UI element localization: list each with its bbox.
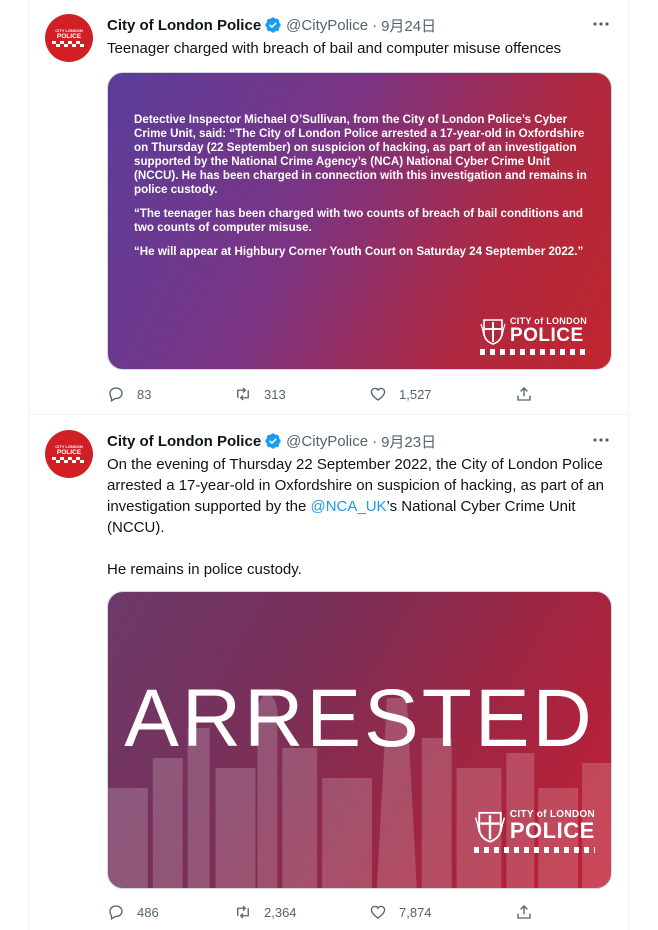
tweet-header: City of London Police @CityPolice · 9月24… (107, 14, 436, 36)
logo-main-text: POLICE (509, 818, 595, 843)
share-button[interactable] (515, 902, 533, 922)
reply-count: 83 (137, 386, 152, 402)
chequer-band (479, 349, 587, 355)
police-badge-icon: CITY LONDON POLICE (52, 27, 86, 47)
tweet-header: City of London Police @CityPolice · 9月23… (107, 430, 436, 452)
tweet-text-body: Teenager charged with breach of bail and… (107, 40, 562, 57)
reply-button[interactable]: 83 (107, 384, 151, 404)
retweet-button[interactable]: 2,364 (234, 902, 297, 922)
like-icon (370, 387, 386, 401)
reply-count: 486 (137, 904, 159, 920)
quote-paragraph: “He will appear at Highbury Corner Youth… (134, 245, 584, 258)
like-icon (370, 905, 386, 919)
like-count: 7,874 (399, 904, 432, 920)
tweet-actions: 486 2,364 7,874 (107, 902, 547, 922)
quote-paragraph: “The teenager has been charged with two … (134, 207, 583, 234)
city-police-logo: CITY of LONDON POLICE (479, 316, 587, 355)
avatar[interactable]: CITY LONDON POLICE (45, 14, 93, 62)
tweet-date[interactable]: 9月23日 (381, 431, 436, 452)
retweet-count: 2,364 (264, 904, 297, 920)
tweet-actions: 83 313 1,527 (107, 384, 547, 404)
crest-icon (480, 319, 506, 345)
tweet-text-body: On the evening of Thursday 22 September … (107, 454, 615, 538)
account-name[interactable]: City of London Police (107, 17, 261, 34)
retweet-icon (237, 387, 249, 401)
tweet-text: Teenager charged with breach of bail and… (107, 38, 615, 59)
tweet-date[interactable]: 9月24日 (381, 15, 436, 36)
quote-paragraph: Detective Inspector Michael O’Sullivan, … (134, 113, 587, 196)
crest-icon (474, 811, 505, 843)
mention-link[interactable]: @NCA_UK (310, 498, 386, 515)
like-button[interactable]: 1,527 (369, 384, 432, 404)
like-button[interactable]: 7,874 (369, 902, 432, 922)
city-police-logo: CITY of LONDON POLICE (473, 808, 595, 853)
more-icon[interactable] (591, 432, 611, 448)
share-icon (517, 387, 531, 401)
logo-main-text: POLICE (509, 325, 584, 346)
reply-icon (109, 387, 123, 402)
timeline: CITY LONDON POLICE City of London Police… (28, 0, 629, 930)
tweet-text: On the evening of Thursday 22 September … (107, 454, 615, 580)
retweet-count: 313 (264, 386, 286, 402)
share-icon (517, 905, 531, 919)
card-headline: ARRESTED (124, 673, 595, 764)
quote-text: Detective Inspector Michael O’Sullivan, … (134, 113, 590, 269)
tweet[interactable]: CITY LONDON POLICE City of London Police… (29, 0, 629, 415)
verified-badge-icon (265, 433, 281, 449)
retweet-icon (237, 905, 249, 919)
tweet[interactable]: CITY LONDON POLICE City of London Police… (29, 416, 629, 930)
like-count: 1,527 (399, 386, 432, 402)
tweet-text-second: He remains in police custody. (107, 561, 302, 578)
account-handle[interactable]: @CityPolice (286, 17, 368, 34)
more-icon[interactable] (591, 16, 611, 32)
svg-text:POLICE: POLICE (57, 449, 82, 456)
account-handle[interactable]: @CityPolice (286, 433, 368, 450)
account-name[interactable]: City of London Police (107, 433, 261, 450)
share-button[interactable] (515, 384, 533, 404)
retweet-button[interactable]: 313 (234, 384, 286, 404)
police-badge-icon: CITY LONDON POLICE (52, 443, 86, 463)
tweet-image[interactable]: Detective Inspector Michael O’Sullivan, … (107, 72, 612, 370)
separator-dot: · (372, 16, 378, 34)
chequer-band (473, 847, 595, 853)
separator-dot: · (372, 432, 378, 450)
tweet-image[interactable]: ARRESTED CITY of LONDON POLICE (107, 591, 612, 889)
reply-button[interactable]: 486 (107, 902, 159, 922)
verified-badge-icon (265, 17, 281, 33)
avatar[interactable]: CITY LONDON POLICE (45, 430, 93, 478)
reply-icon (109, 905, 123, 920)
svg-text:POLICE: POLICE (57, 33, 82, 40)
